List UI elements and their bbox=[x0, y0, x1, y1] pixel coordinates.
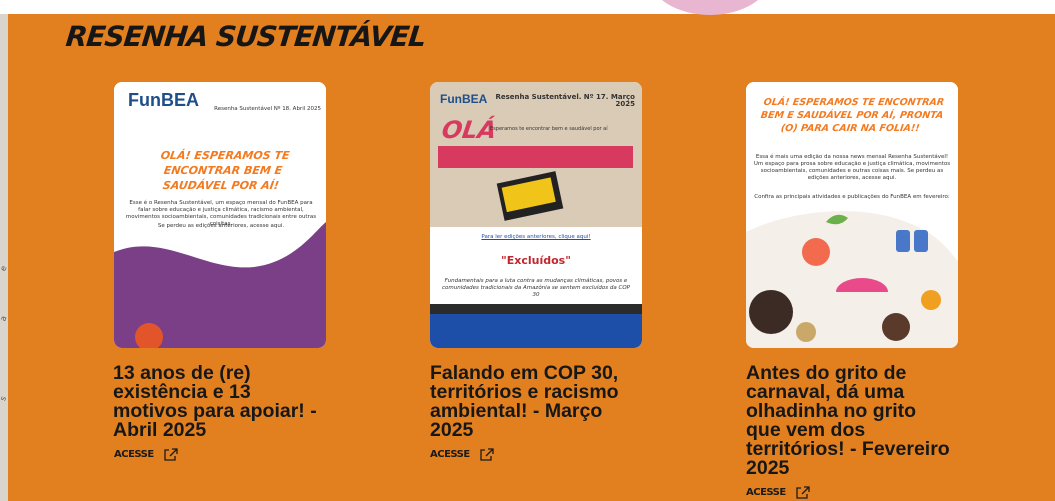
acesse-label: ACESSE bbox=[430, 449, 470, 460]
acesse-label: ACESSE bbox=[114, 449, 154, 460]
thumb-sub: Esperamos te encontrar bem e saudável po… bbox=[490, 126, 608, 132]
thumb-body: Fundamentais para a luta contra as mudan… bbox=[442, 278, 630, 298]
thumb-heading: "Excluídos" bbox=[501, 254, 571, 267]
thumb-more: Se perdeu as edições anteriores, acesse … bbox=[157, 223, 285, 229]
acesse-link-april[interactable]: ACESSE bbox=[114, 448, 178, 461]
funbea-logo: FunBEA bbox=[440, 92, 488, 106]
acesse-link-february[interactable]: ACESSE bbox=[746, 486, 810, 499]
card-title-march[interactable]: Falando em COP 30, territórios e racismo… bbox=[430, 363, 635, 440]
card-title-april[interactable]: 13 anos de (re) existência e 13 motivos … bbox=[113, 363, 318, 440]
left-edge-decoration: eas bbox=[0, 14, 9, 501]
thumb-greeting: OLÁ! ESPERAMOS TE ENCONTRAR BEM E SAUDÁV… bbox=[760, 97, 945, 134]
newsletter-thumbnail-april[interactable]: FunBEA Resenha Sustentável Nº 18. Abril … bbox=[114, 82, 326, 348]
thumb-link: Para ler edições anteriores, clique aqui… bbox=[481, 234, 591, 240]
newsletter-thumbnail-march[interactable]: FunBEA Resenha Sustentável. Nº 17. Março… bbox=[430, 82, 642, 348]
newsletter-thumbnail-february[interactable]: OLÁ! ESPERAMOS TE ENCONTRAR BEM E SAUDÁV… bbox=[746, 82, 958, 348]
card-title-february[interactable]: Antes do grito de carnaval, dá uma olhad… bbox=[746, 363, 951, 478]
top-strip bbox=[0, 0, 1055, 14]
thumb-header: Resenha Sustentável Nº 18. Abril 2025 bbox=[214, 106, 321, 112]
thumb-header: Resenha Sustentável. Nº 17. Março 2025 bbox=[495, 93, 635, 108]
thumb-greeting: OLÁ! ESPERAMOS TE ENCONTRAR BEM E SAUDÁV… bbox=[159, 149, 291, 192]
acesse-link-march[interactable]: ACESSE bbox=[430, 448, 494, 461]
acesse-label: ACESSE bbox=[746, 487, 786, 498]
thumb-more: Confira as principais atividades e publi… bbox=[754, 194, 950, 200]
external-link-icon bbox=[796, 486, 810, 499]
section-title: RESENHA SUSTENTÁVEL bbox=[64, 20, 428, 53]
thumb-body: Essa é mais uma edição da nossa news men… bbox=[753, 154, 951, 181]
external-link-icon bbox=[480, 448, 494, 461]
external-link-icon bbox=[164, 448, 178, 461]
funbea-logo: FunBEA bbox=[128, 90, 199, 110]
